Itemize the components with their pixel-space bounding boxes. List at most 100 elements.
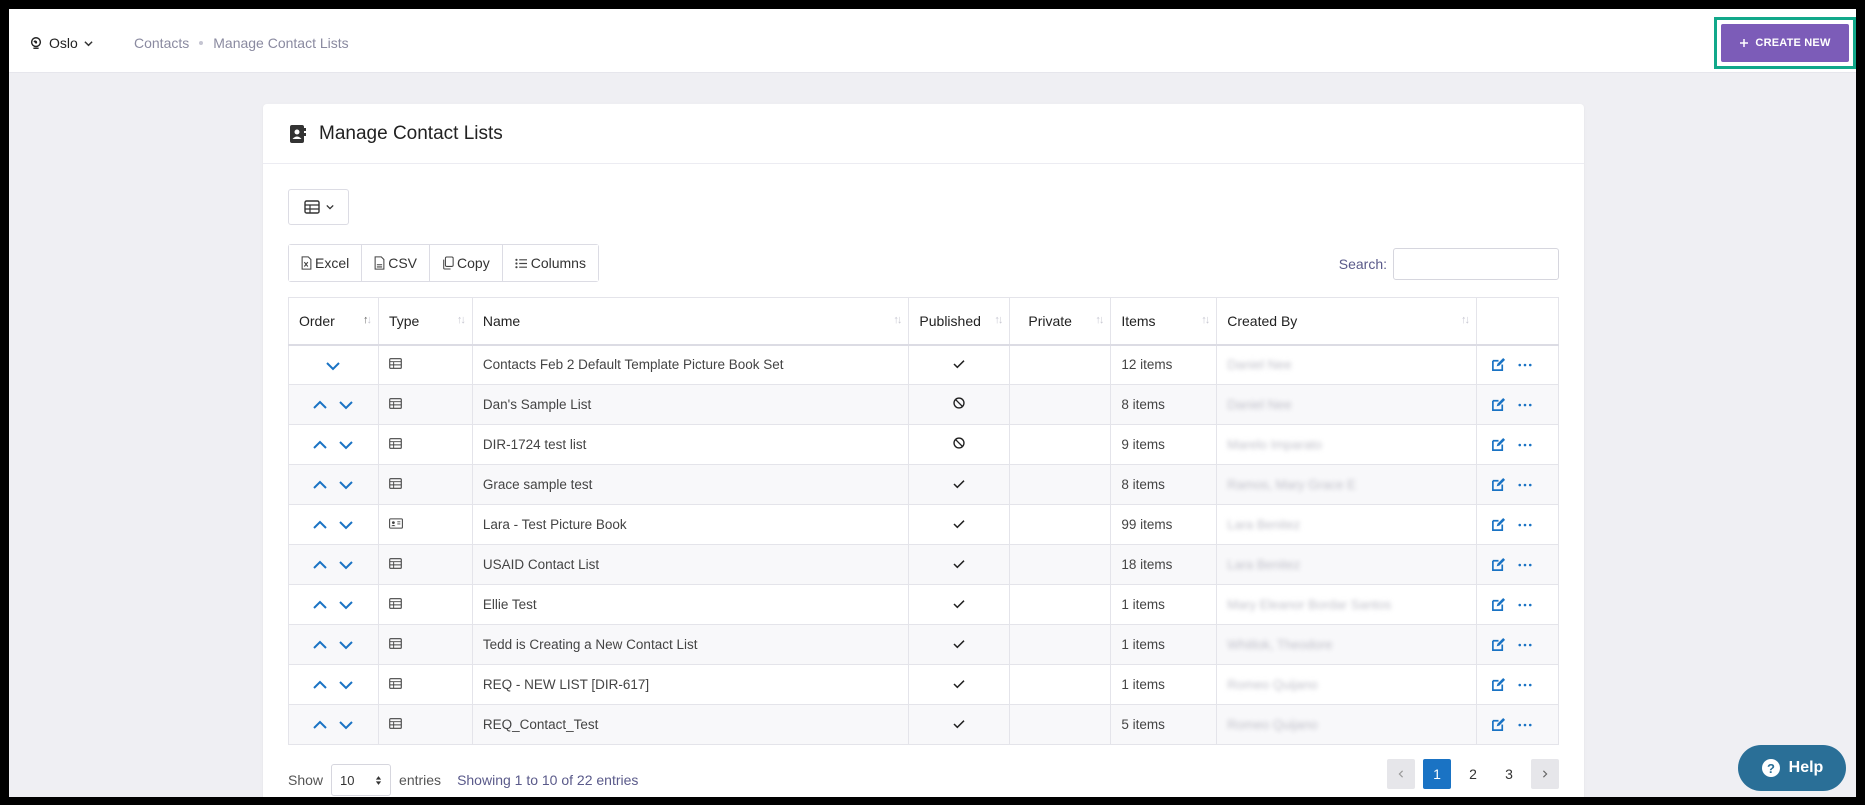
edit-icon[interactable] bbox=[1491, 357, 1506, 372]
more-horizontal-icon[interactable] bbox=[1518, 643, 1532, 647]
name-cell[interactable]: Lara - Test Picture Book bbox=[471, 504, 910, 545]
column-header-created-by[interactable]: Created By ↑↓ bbox=[1216, 297, 1477, 346]
list-icon bbox=[515, 258, 527, 268]
copy-button[interactable]: Copy bbox=[430, 245, 503, 281]
more-horizontal-icon[interactable] bbox=[1518, 363, 1532, 367]
edit-icon[interactable] bbox=[1491, 677, 1506, 692]
page-button-3[interactable]: 3 bbox=[1495, 759, 1523, 789]
page-button-2[interactable]: 2 bbox=[1459, 759, 1487, 789]
table-row[interactable]: REQ_Contact_Test 5 items Romeo Quijano bbox=[288, 704, 1560, 745]
previous-page-button[interactable] bbox=[1387, 759, 1415, 789]
file-excel-icon bbox=[301, 256, 312, 270]
edit-icon[interactable] bbox=[1491, 557, 1506, 572]
columns-button[interactable]: Columns bbox=[502, 245, 598, 281]
chevron-down-icon[interactable] bbox=[339, 520, 354, 530]
chevron-right-icon bbox=[1542, 770, 1548, 778]
more-horizontal-icon[interactable] bbox=[1518, 403, 1532, 407]
chevron-down-icon[interactable] bbox=[339, 440, 354, 450]
chevron-up-icon[interactable] bbox=[313, 560, 328, 570]
order-cell bbox=[288, 584, 379, 625]
page-button-1[interactable]: 1 bbox=[1423, 759, 1451, 789]
table-row[interactable]: Dan's Sample List 8 items Daniel Nee bbox=[288, 384, 1560, 425]
column-header-items[interactable]: Items ↑↓ bbox=[1110, 297, 1218, 346]
table-row[interactable]: Lara - Test Picture Book 99 items Lara Ben… bbox=[288, 504, 1560, 545]
private-cell bbox=[1009, 384, 1112, 425]
more-horizontal-icon[interactable] bbox=[1518, 483, 1532, 487]
edit-icon[interactable] bbox=[1491, 517, 1506, 532]
name-cell[interactable]: Ellie Test bbox=[471, 584, 910, 625]
column-header-order[interactable]: Order ↑↓ bbox=[288, 297, 379, 346]
chevron-down-icon[interactable] bbox=[339, 640, 354, 650]
search-input[interactable] bbox=[1393, 248, 1559, 280]
help-button[interactable]: ? Help bbox=[1738, 745, 1846, 791]
more-horizontal-icon[interactable] bbox=[1518, 443, 1532, 447]
chevron-up-icon[interactable] bbox=[313, 600, 328, 610]
chevron-up-icon[interactable] bbox=[313, 680, 328, 690]
table-icon bbox=[389, 678, 402, 689]
csv-button[interactable]: CSV bbox=[362, 245, 431, 281]
more-horizontal-icon[interactable] bbox=[1518, 723, 1532, 727]
name-cell[interactable]: Dan's Sample List bbox=[471, 384, 910, 425]
name-cell[interactable]: REQ - NEW LIST [DIR-617] bbox=[471, 664, 910, 705]
table-row[interactable]: REQ - NEW LIST [DIR-617] 1 items Romeo Qui… bbox=[288, 664, 1560, 705]
name-cell[interactable]: Contacts Feb 2 Default Template Picture … bbox=[471, 344, 910, 385]
column-header-type[interactable]: Type ↑↓ bbox=[377, 297, 473, 346]
name-cell[interactable]: USAID Contact List bbox=[471, 544, 910, 585]
published-cell bbox=[908, 664, 1011, 705]
more-horizontal-icon[interactable] bbox=[1518, 603, 1532, 607]
chevron-up-icon[interactable] bbox=[313, 640, 328, 650]
table-row[interactable]: USAID Contact List 18 items Lara Benitez bbox=[288, 544, 1560, 585]
more-horizontal-icon[interactable] bbox=[1518, 523, 1532, 527]
edit-icon[interactable] bbox=[1491, 717, 1506, 732]
name-cell[interactable]: DIR-1724 test list bbox=[471, 424, 910, 465]
chevron-down-icon bbox=[325, 204, 334, 210]
org-switcher[interactable]: Oslo bbox=[29, 35, 93, 51]
edit-icon[interactable] bbox=[1491, 597, 1506, 612]
more-horizontal-icon[interactable] bbox=[1518, 563, 1532, 567]
more-horizontal-icon[interactable] bbox=[1518, 683, 1532, 687]
chevron-down-icon[interactable] bbox=[339, 720, 354, 730]
actions-cell bbox=[1475, 704, 1560, 745]
chevron-up-icon[interactable] bbox=[313, 400, 328, 410]
breadcrumb-contacts[interactable]: Contacts bbox=[134, 35, 189, 51]
chevron-down-icon[interactable] bbox=[339, 480, 354, 490]
chevron-down-icon[interactable] bbox=[326, 361, 341, 371]
globe-icon bbox=[30, 37, 42, 49]
help-label: Help bbox=[1788, 759, 1824, 776]
chevron-up-icon[interactable] bbox=[313, 480, 328, 490]
edit-icon[interactable] bbox=[1491, 397, 1506, 412]
page-length-control: Show 10 entries Showing 1 to 10 of 22 en… bbox=[288, 764, 638, 796]
column-header-name[interactable]: Name ↑↓ bbox=[471, 297, 910, 346]
table-row[interactable]: Tedd is Creating a New Contact List 1 ite… bbox=[288, 624, 1560, 665]
edit-icon[interactable] bbox=[1491, 477, 1506, 492]
chevron-up-icon[interactable] bbox=[313, 720, 328, 730]
excel-button[interactable]: Excel bbox=[289, 245, 363, 281]
edit-icon[interactable] bbox=[1491, 437, 1506, 452]
table-row[interactable]: Grace sample test 8 items Ramos, Mary Grac… bbox=[288, 464, 1560, 505]
sort-icon: ↑↓ bbox=[994, 314, 1003, 326]
chevron-down-icon[interactable] bbox=[339, 680, 354, 690]
table-row[interactable]: DIR-1724 test list 9 items Marelo Imparato bbox=[288, 424, 1560, 465]
edit-icon[interactable] bbox=[1491, 637, 1506, 652]
table-row[interactable]: Contacts Feb 2 Default Template Picture … bbox=[288, 344, 1560, 385]
chevron-down-icon[interactable] bbox=[339, 400, 354, 410]
private-cell bbox=[1009, 624, 1112, 665]
create-new-button[interactable]: CREATE NEW bbox=[1721, 24, 1849, 62]
chevron-down-icon[interactable] bbox=[339, 600, 354, 610]
name-cell[interactable]: Tedd is Creating a New Contact List bbox=[471, 624, 910, 665]
copy-label: Copy bbox=[457, 255, 490, 271]
column-header-private[interactable]: Private ↑↓ bbox=[1009, 297, 1112, 346]
table-row[interactable]: Ellie Test 1 items Mary Eleanor Bordar San… bbox=[288, 584, 1560, 625]
table-icon bbox=[389, 358, 402, 370]
chevron-up-icon[interactable] bbox=[313, 520, 328, 530]
chevron-down-icon[interactable] bbox=[339, 560, 354, 570]
column-header-published[interactable]: Published ↑↓ bbox=[908, 297, 1011, 346]
name-cell[interactable]: REQ_Contact_Test bbox=[471, 704, 910, 745]
view-toggle-dropdown[interactable] bbox=[288, 189, 349, 225]
name-cell[interactable]: Grace sample test bbox=[471, 464, 910, 505]
type-cell bbox=[377, 584, 473, 625]
csv-label: CSV bbox=[388, 255, 418, 271]
page-length-select[interactable]: 10 bbox=[331, 764, 392, 796]
next-page-button[interactable] bbox=[1531, 759, 1559, 789]
chevron-up-icon[interactable] bbox=[313, 440, 328, 450]
